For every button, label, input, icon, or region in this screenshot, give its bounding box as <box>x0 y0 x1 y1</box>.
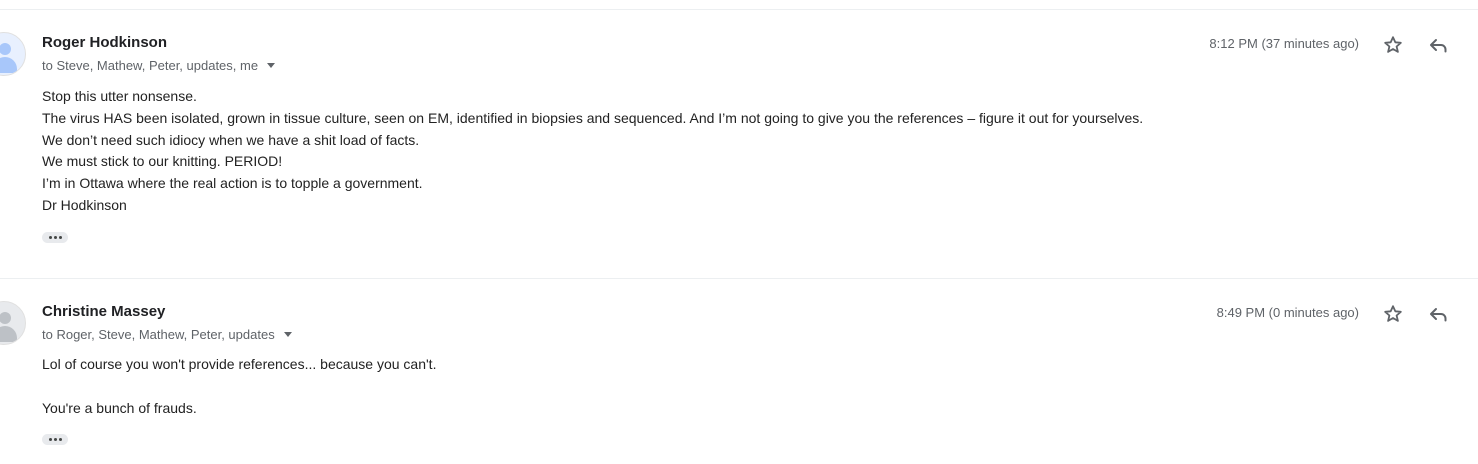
more-horiz-icon <box>58 438 62 441</box>
more-horiz-icon <box>48 438 52 441</box>
more-horiz-icon <box>48 236 52 239</box>
recipients-line[interactable]: to Roger, Steve, Mathew, Peter, updates <box>42 327 292 342</box>
body-line: The virus HAS been isolated, grown in ti… <box>42 109 1144 126</box>
avatar[interactable] <box>0 301 26 345</box>
body-line: We don’t need such idiocy when we have a… <box>42 131 420 148</box>
avatar-head-shape <box>0 43 11 55</box>
star-outline-icon <box>1384 305 1402 322</box>
recipients-line[interactable]: to Steve, Mathew, Peter, updates, me <box>42 58 276 73</box>
star-button[interactable] <box>1381 302 1405 326</box>
reply-button[interactable] <box>1426 33 1450 57</box>
top-divider <box>0 9 1478 10</box>
avatar-head-shape <box>0 312 11 324</box>
message-time: 8:12 PM (37 minutes ago) <box>1209 36 1359 51</box>
show-trimmed-content-button[interactable] <box>42 434 68 445</box>
more-horiz-icon <box>53 236 57 239</box>
message-divider <box>0 278 1478 279</box>
message-body: Lol of course you won't provide referenc… <box>42 354 436 419</box>
body-line: I’m in Ottawa where the real action is t… <box>42 175 423 192</box>
reply-arrow-icon <box>1430 308 1447 322</box>
message-body: Stop this utter nonsense. The virus HAS … <box>42 86 1143 217</box>
reply-arrow-icon <box>1430 39 1447 53</box>
body-line: Lol of course you won't provide referenc… <box>42 356 437 372</box>
reply-button[interactable] <box>1426 302 1450 326</box>
show-trimmed-content-button[interactable] <box>42 232 68 243</box>
recipients-text: to Steve, Mathew, Peter, updates, me <box>42 58 259 73</box>
sender-name[interactable]: Christine Massey <box>42 303 165 320</box>
more-horiz-icon <box>53 438 57 441</box>
star-outline-icon <box>1384 36 1402 53</box>
recipients-text: to Roger, Steve, Mathew, Peter, updates <box>42 327 275 342</box>
avatar-body-shape <box>0 57 17 73</box>
body-line: Dr Hodkinson <box>42 196 127 213</box>
caret-down-icon[interactable] <box>267 63 276 68</box>
more-horiz-icon <box>58 236 62 239</box>
avatar[interactable] <box>0 32 26 76</box>
message-time: 8:49 PM (0 minutes ago) <box>1216 305 1359 320</box>
body-line <box>42 376 436 398</box>
star-button[interactable] <box>1381 33 1405 57</box>
sender-name[interactable]: Roger Hodkinson <box>42 34 167 51</box>
body-line: Stop this utter nonsense. <box>42 88 197 104</box>
body-line: We must stick to our knitting. PERIOD! <box>42 153 283 170</box>
avatar-body-shape <box>0 326 17 342</box>
caret-down-icon[interactable] <box>283 332 292 337</box>
body-line: You're a bunch of frauds. <box>42 399 197 416</box>
